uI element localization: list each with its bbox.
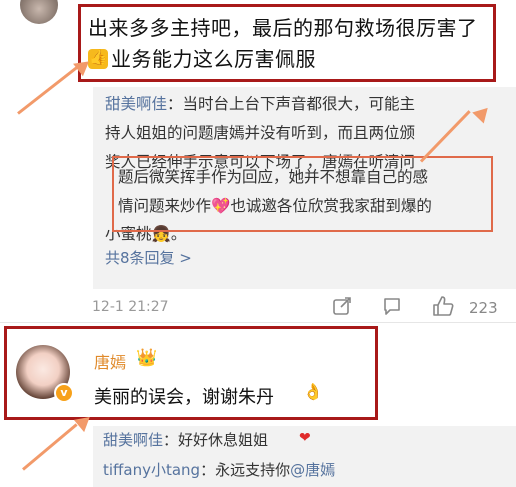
heart-icon: ❤ xyxy=(299,430,311,446)
mention-link[interactable]: @唐嫣 xyxy=(290,461,335,479)
comment-icon[interactable] xyxy=(382,296,402,321)
avatar[interactable] xyxy=(20,0,58,24)
reply-author[interactable]: 甜美啊佳 xyxy=(103,431,163,449)
reply-line: tiffany小tang：永远支持你@唐嫣 xyxy=(103,461,336,479)
reply-line: 持人姐姐的问题唐嫣并没有听到，而且两位颁 xyxy=(105,124,416,142)
timestamp: 12-1 21:27 xyxy=(92,299,169,315)
like-count: 223 xyxy=(469,299,498,317)
reply-line: 甜美啊佳：当时台上台下声音都很大，可能主 xyxy=(105,95,416,113)
like-icon[interactable] xyxy=(432,295,454,322)
more-replies-link[interactable]: 共8条回复 > xyxy=(105,247,192,268)
highlight-box xyxy=(112,156,493,232)
highlight-box xyxy=(78,4,496,82)
share-icon[interactable] xyxy=(332,296,352,321)
divider xyxy=(0,322,516,323)
reply-author[interactable]: tiffany小tang xyxy=(103,461,200,479)
highlight-box xyxy=(4,326,378,420)
reply-line: 甜美啊佳：好好休息姐姐 xyxy=(103,431,269,449)
reply-author[interactable]: 甜美啊佳 xyxy=(105,95,167,113)
